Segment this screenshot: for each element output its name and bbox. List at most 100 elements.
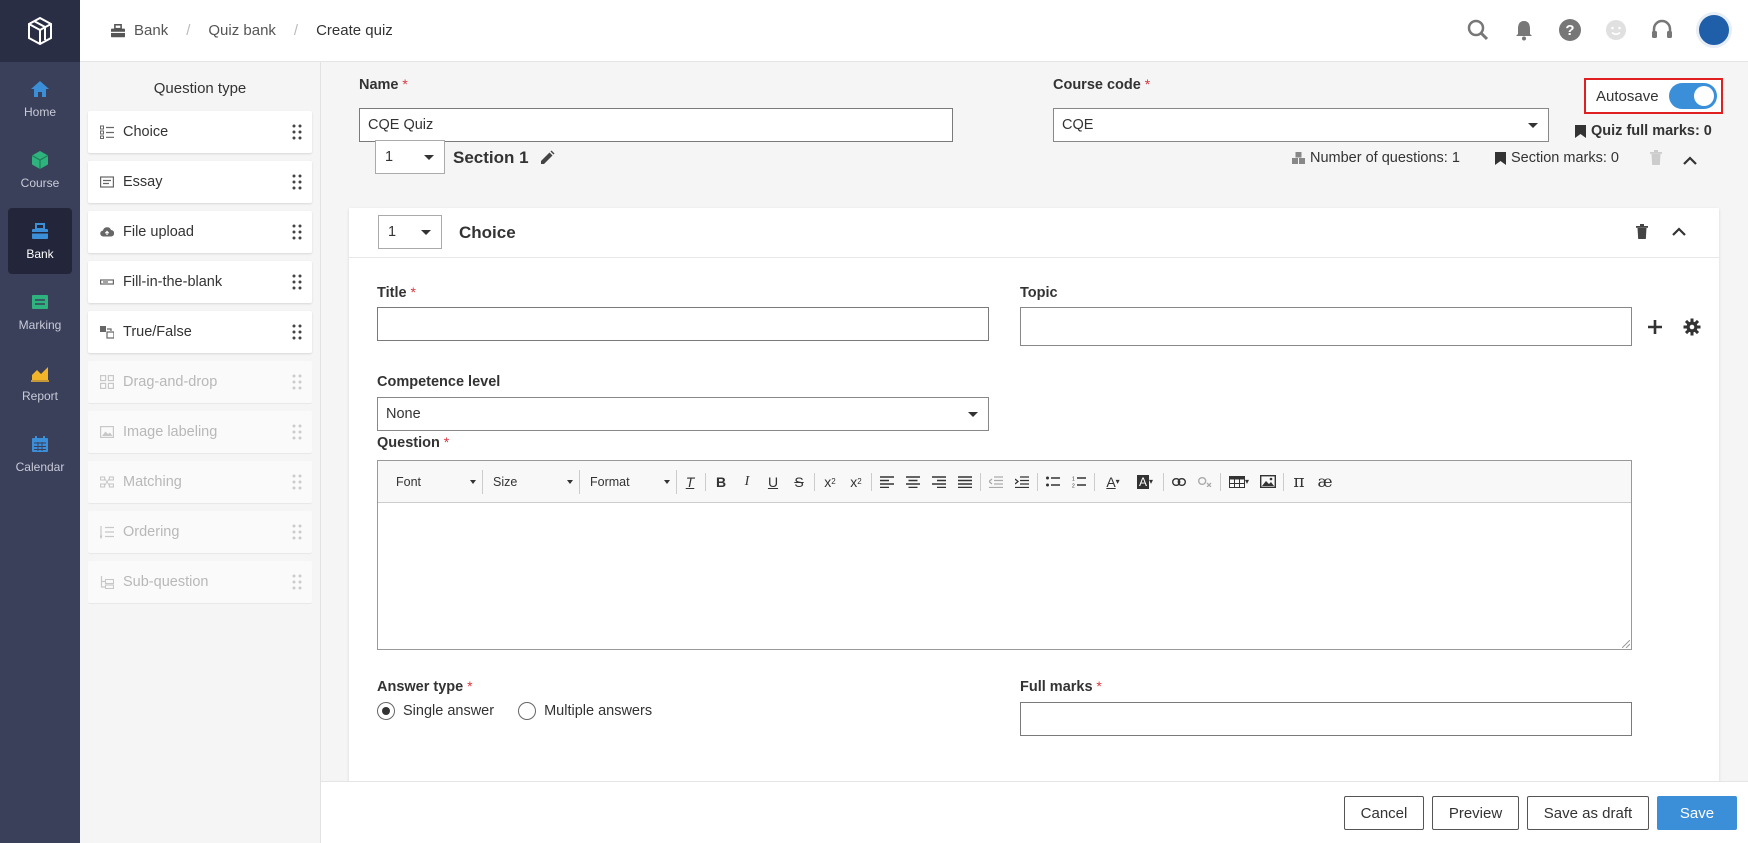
drag-handle-icon[interactable] — [292, 274, 302, 290]
question-type-item[interactable]: Matching — [88, 461, 312, 503]
strikethrough-icon[interactable]: S — [786, 469, 812, 495]
breadcrumb-bank[interactable]: Bank — [134, 22, 168, 39]
format-dropdown[interactable]: Format — [580, 469, 677, 494]
question-type-item[interactable]: Ordering — [88, 511, 312, 553]
drag-handle-icon[interactable] — [292, 224, 302, 240]
italic-icon[interactable]: I — [734, 469, 760, 495]
bulleted-list-icon[interactable] — [1040, 469, 1066, 495]
app-logo[interactable] — [0, 0, 80, 62]
align-right-icon[interactable] — [926, 469, 952, 495]
drag-handle-icon[interactable] — [292, 474, 302, 490]
question-type-item[interactable]: Fill-in-the-blank — [88, 261, 312, 303]
size-dropdown[interactable]: Size — [483, 469, 580, 494]
left-navigation: Home Course Bank Marking Report Calendar — [0, 0, 80, 843]
nav-item-report[interactable]: Report — [8, 350, 72, 416]
image-icon[interactable] — [1255, 469, 1281, 495]
question-type-item[interactable]: Image labeling — [88, 411, 312, 453]
question-delete-icon[interactable] — [1635, 223, 1649, 239]
breadcrumb: Bank / Quiz bank / Create quiz — [110, 22, 393, 39]
drag-handle-icon[interactable] — [292, 374, 302, 390]
bell-icon[interactable] — [1512, 18, 1536, 42]
align-center-icon[interactable] — [900, 469, 926, 495]
question-type-panel: Question type Choice Essay File upload Fill… — [80, 62, 321, 843]
single-answer-radio[interactable] — [377, 702, 395, 720]
align-left-icon[interactable] — [874, 469, 900, 495]
nav-item-marking[interactable]: Marking — [8, 279, 72, 345]
superscript-icon[interactable]: x2 — [843, 469, 869, 495]
single-answer-option[interactable]: Single answer — [377, 702, 494, 720]
outdent-icon[interactable] — [983, 469, 1009, 495]
breadcrumb-create-quiz: Create quiz — [316, 22, 393, 39]
title-input[interactable] — [377, 307, 989, 341]
toolbar-separator — [1220, 472, 1221, 491]
breadcrumb-quiz-bank[interactable]: Quiz bank — [208, 22, 276, 39]
svg-text:1: 1 — [1072, 476, 1075, 482]
name-input[interactable]: CQE Quiz — [359, 108, 953, 142]
marking-icon — [32, 295, 48, 309]
clear-format-icon[interactable]: T — [677, 469, 703, 495]
autosave-toggle[interactable] — [1668, 83, 1717, 109]
question-collapse-chevron-up-icon[interactable] — [1672, 227, 1686, 236]
subscript-icon[interactable]: x2 — [817, 469, 843, 495]
unlink-icon[interactable] — [1192, 469, 1218, 495]
toolbar-separator — [871, 472, 872, 491]
preview-button[interactable]: Preview — [1432, 796, 1519, 830]
drag-handle-icon[interactable] — [292, 574, 302, 590]
save-as-draft-button[interactable]: Save as draft — [1527, 796, 1649, 830]
course-code-select[interactable]: CQE — [1053, 108, 1549, 142]
drag-handle-icon[interactable] — [292, 324, 302, 340]
search-icon[interactable] — [1466, 18, 1490, 42]
section-delete-icon[interactable] — [1649, 149, 1663, 165]
link-icon[interactable] — [1166, 469, 1192, 495]
topic-settings-gear-icon[interactable] — [1683, 318, 1701, 336]
underline-icon[interactable]: U — [760, 469, 786, 495]
bold-icon[interactable]: B — [708, 469, 734, 495]
user-avatar[interactable] — [1696, 12, 1732, 48]
drag-handle-icon[interactable] — [292, 524, 302, 540]
question-type-heading: Choice — [459, 223, 516, 242]
question-type-item[interactable]: Drag-and-drop — [88, 361, 312, 403]
table-icon[interactable]: ▾ — [1223, 469, 1255, 495]
ordering-icon — [100, 525, 114, 539]
multiple-answers-option[interactable]: Multiple answers — [518, 702, 652, 720]
drag-handle-icon[interactable] — [292, 424, 302, 440]
topic-input[interactable] — [1020, 307, 1632, 346]
cloud-upload-icon — [100, 225, 114, 239]
competence-level-select[interactable]: None — [377, 397, 989, 431]
nav-item-calendar[interactable]: Calendar — [8, 421, 72, 487]
question-type-item[interactable]: Choice — [88, 111, 312, 153]
section-collapse-chevron-up-icon[interactable] — [1683, 156, 1697, 165]
align-justify-icon[interactable] — [952, 469, 978, 495]
question-type-item[interactable]: Sub-question — [88, 561, 312, 603]
nav-item-home[interactable]: Home — [8, 66, 72, 132]
background-color-icon[interactable]: A ▾ — [1129, 469, 1161, 495]
cancel-button[interactable]: Cancel — [1344, 796, 1424, 830]
question-text-area[interactable] — [378, 503, 1631, 649]
question-type-item[interactable]: True/False — [88, 311, 312, 353]
save-button[interactable]: Save — [1657, 796, 1737, 830]
full-marks-input[interactable] — [1020, 702, 1632, 736]
question-type-item[interactable]: File upload — [88, 211, 312, 253]
math-pi-icon[interactable]: π — [1286, 469, 1312, 495]
feedback-icon[interactable] — [1604, 18, 1628, 42]
font-dropdown-label: Font — [396, 474, 422, 489]
edit-pencil-icon[interactable] — [539, 150, 555, 166]
special-characters-icon[interactable]: æ — [1312, 469, 1338, 495]
text-color-icon[interactable]: A ▾ — [1097, 469, 1129, 495]
numbered-list-icon[interactable]: 12 — [1066, 469, 1092, 495]
question-number-select[interactable]: 1 — [378, 215, 442, 249]
autosave-control: Autosave — [1584, 78, 1723, 114]
multiple-answers-radio[interactable] — [518, 702, 537, 720]
font-dropdown[interactable]: Font — [386, 469, 483, 494]
drag-handle-icon[interactable] — [292, 174, 302, 190]
indent-icon[interactable] — [1009, 469, 1035, 495]
section-number-select[interactable]: 1 — [375, 140, 445, 174]
drag-handle-icon[interactable] — [292, 124, 302, 140]
support-headset-icon[interactable] — [1650, 18, 1674, 42]
resize-handle-icon[interactable] — [1622, 640, 1630, 648]
nav-item-course[interactable]: Course — [8, 137, 72, 203]
help-icon[interactable]: ? — [1558, 18, 1582, 42]
nav-item-bank[interactable]: Bank — [8, 208, 72, 274]
question-type-item[interactable]: Essay — [88, 161, 312, 203]
add-topic-plus-icon[interactable] — [1647, 319, 1663, 335]
